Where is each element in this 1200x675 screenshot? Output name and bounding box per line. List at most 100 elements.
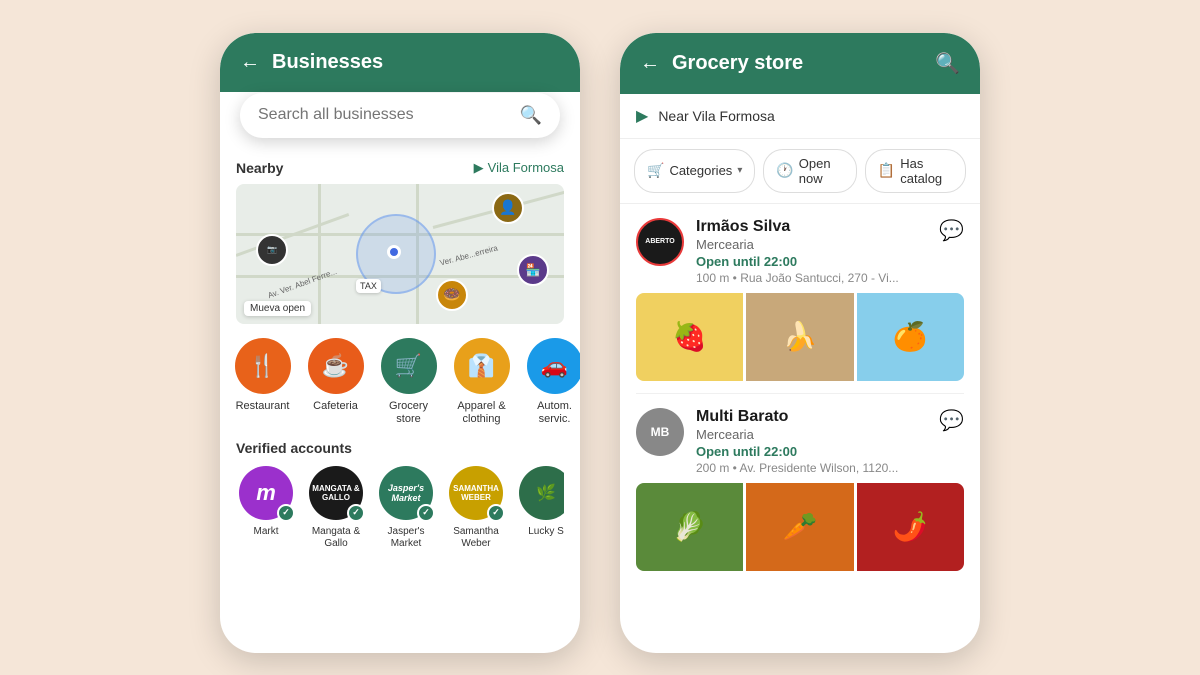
avatar-markt: m ✓ [239, 466, 293, 520]
map-view[interactable]: Av. Ver. Abel Ferre... Ver. Abe...erreir… [236, 184, 564, 324]
verified-mangata[interactable]: MANGATA & GALLO ✓ Mangata & Gallo [306, 466, 366, 550]
grocery-icon: 🛒 [381, 338, 437, 394]
map-pin-4[interactable]: 🏪 [517, 254, 549, 286]
business-status-multi: Open until 22:00 [696, 444, 927, 459]
business-name-irmaos: Irmãos Silva [696, 218, 927, 236]
business-item-multi[interactable]: MB Multi Barato Mercearia Open until 22:… [620, 394, 980, 571]
verified-badge-jaspers: ✓ [417, 504, 435, 522]
auto-icon: 🚗 [527, 338, 581, 394]
clock-icon: 🕐 [776, 162, 793, 179]
category-cafeteria-label: Cafeteria [313, 400, 358, 413]
phones-container: ← Businesses 🔍 Nearby ▶ Vila Formosa [220, 23, 980, 653]
message-icon-multi[interactable]: 💬 [939, 408, 964, 433]
verified-title: Verified accounts [236, 440, 564, 456]
product-pepper: 🌶️ [857, 483, 964, 571]
info-multi: Multi Barato Mercearia Open until 22:00 … [696, 408, 927, 475]
verified-label-mangata: Mangata & Gallo [306, 526, 366, 550]
category-restaurant-label: Restaurant [236, 400, 290, 413]
product-orange: 🍊 [857, 293, 964, 381]
location-row: ▶ Near Vila Formosa [620, 94, 980, 139]
business-name-multi: Multi Barato [696, 408, 927, 426]
business-item-irmaos[interactable]: ABERTO Irmãos Silva Mercearia Open until… [620, 204, 980, 381]
product-banana: 🍌 [746, 293, 853, 381]
category-auto[interactable]: 🚗 Autom. servic. [522, 338, 580, 426]
product-images-irmaos: 🍓 🍌 🍊 [636, 293, 964, 381]
has-catalog-label: Has catalog [900, 156, 953, 186]
filter-row: 🛒 Categories ▾ 🕐 Open now 📋 Has catalog [620, 139, 980, 204]
search-input[interactable] [258, 106, 510, 124]
map-pin-1[interactable]: 📷 [256, 234, 288, 266]
left-body: Nearby ▶ Vila Formosa [220, 92, 580, 653]
filter-open-now[interactable]: 🕐 Open now [763, 149, 856, 193]
location-text: Near Vila Formosa [658, 108, 774, 124]
search-bar[interactable]: 🔍 [240, 93, 560, 138]
business-type-irmaos: Mercearia [696, 237, 927, 252]
verified-jaspers[interactable]: Jasper's Market ✓ Jasper's Market [376, 466, 436, 550]
product-carrot: 🥕 [746, 483, 853, 571]
avatar-mangata: MANGATA & GALLO ✓ [309, 466, 363, 520]
right-search-icon[interactable]: 🔍 [935, 51, 960, 76]
chevron-down-icon: ▾ [737, 165, 742, 176]
filter-categories[interactable]: 🛒 Categories ▾ [634, 149, 755, 193]
verified-label-jaspers: Jasper's Market [376, 526, 436, 550]
business-list: ABERTO Irmãos Silva Mercearia Open until… [620, 204, 980, 653]
category-apparel-label: Apparel & clothing [449, 400, 514, 426]
business-address-multi: 200 m • Av. Presidente Wilson, 1120... [696, 461, 927, 475]
apparel-icon: 👔 [454, 338, 510, 394]
right-header: ← Grocery store 🔍 [620, 33, 980, 94]
product-strawberry: 🍓 [636, 293, 743, 381]
product-lettuce: 🥬 [636, 483, 743, 571]
back-button[interactable]: ← [240, 51, 260, 74]
map-pin-2[interactable]: 👤 [492, 192, 524, 224]
map-open-tag: Mueva open [244, 301, 311, 316]
info-irmaos: Irmãos Silva Mercearia Open until 22:00 … [696, 218, 927, 285]
message-icon-irmaos[interactable]: 💬 [939, 218, 964, 243]
category-apparel[interactable]: 👔 Apparel & clothing [449, 338, 514, 426]
logo-multi: MB [636, 408, 684, 456]
avatar-lucky: 🌿 [519, 466, 564, 520]
location-icon: ▶ [474, 160, 484, 176]
business-header-irmaos: ABERTO Irmãos Silva Mercearia Open until… [636, 218, 964, 285]
user-location-dot [387, 245, 401, 259]
logo-irmaos: ABERTO [636, 218, 684, 266]
search-container: 🔍 [240, 93, 560, 138]
filter-has-catalog[interactable]: 📋 Has catalog [865, 149, 966, 193]
map-taxi-tag: TAX [356, 279, 381, 293]
map-section: Nearby ▶ Vila Formosa [220, 152, 580, 324]
verified-markt[interactable]: m ✓ Markt [236, 466, 296, 550]
verified-lucky[interactable]: 🌿 Lucky S [516, 466, 564, 550]
verified-badge-mangata: ✓ [347, 504, 365, 522]
map-pin-3[interactable]: 🍩 [436, 279, 468, 311]
open-now-label: Open now [799, 156, 844, 186]
category-restaurant[interactable]: 🍴 Restaurant [230, 338, 295, 426]
avatar-jaspers: Jasper's Market ✓ [379, 466, 433, 520]
avatar-samantha: SAMANTHA WEBER ✓ [449, 466, 503, 520]
search-icon: 🔍 [520, 105, 542, 126]
business-status-irmaos: Open until 22:00 [696, 254, 927, 269]
verified-row: m ✓ Markt MANGATA & GALLO ✓ Mangata & Ga… [236, 466, 564, 550]
business-header-multi: MB Multi Barato Mercearia Open until 22:… [636, 408, 964, 475]
cafeteria-icon: ☕ [308, 338, 364, 394]
category-grocery[interactable]: 🛒 Grocery store [376, 338, 441, 426]
categories-row: 🍴 Restaurant ☕ Cafeteria 🛒 Grocery store… [220, 324, 580, 426]
left-header: ← Businesses [220, 33, 580, 92]
product-images-multi: 🥬 🥕 🌶️ [636, 483, 964, 571]
catalog-icon: 📋 [878, 162, 895, 179]
page-title: Businesses [272, 51, 560, 74]
nearby-label: Nearby [236, 160, 283, 176]
left-phone: ← Businesses 🔍 Nearby ▶ Vila Formosa [220, 33, 580, 653]
category-grocery-label: Grocery store [376, 400, 441, 426]
business-type-multi: Mercearia [696, 427, 927, 442]
verified-label-samantha: Samantha Weber [446, 526, 506, 550]
right-page-title: Grocery store [672, 52, 923, 75]
verified-section: Verified accounts m ✓ Markt MANGATA & GA… [220, 426, 580, 550]
verified-badge-samantha: ✓ [487, 504, 505, 522]
verified-badge-markt: ✓ [277, 504, 295, 522]
verified-samantha[interactable]: SAMANTHA WEBER ✓ Samantha Weber [446, 466, 506, 550]
location-marker-icon: ▶ [636, 106, 648, 126]
back-button-right[interactable]: ← [640, 52, 660, 75]
location-link[interactable]: ▶ Vila Formosa [474, 160, 564, 176]
location-name: Vila Formosa [488, 160, 564, 175]
right-phone: ← Grocery store 🔍 ▶ Near Vila Formosa 🛒 … [620, 33, 980, 653]
category-cafeteria[interactable]: ☕ Cafeteria [303, 338, 368, 426]
